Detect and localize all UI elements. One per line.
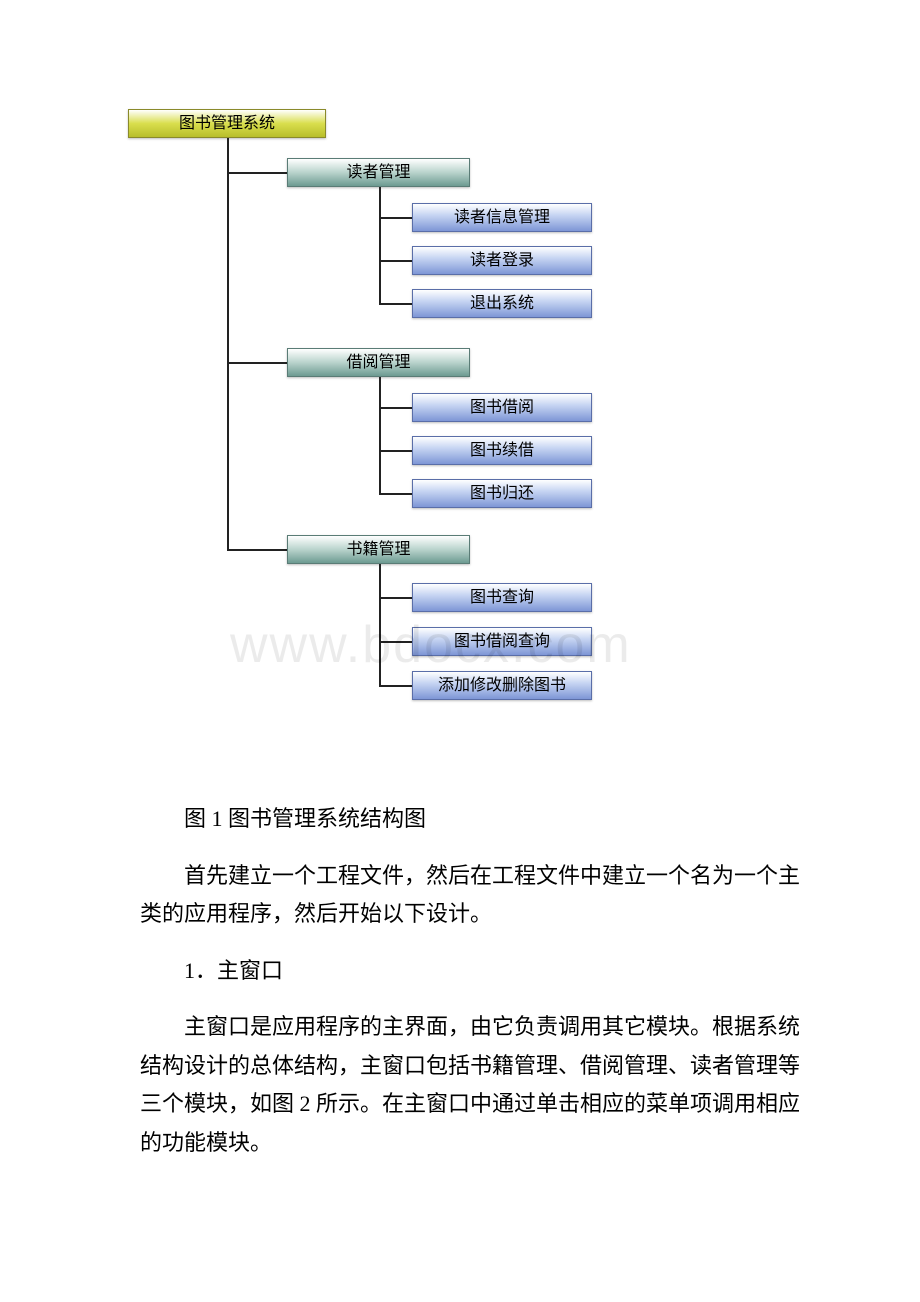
node-leaf-book-query: 图书查询 [412, 583, 592, 612]
document-page: 图书管理系统 读者管理 读者信息管理 读者登录 退出系统 借阅管理 图书借阅 图… [0, 0, 920, 1302]
connector-trunk [227, 138, 229, 549]
connector-to-cat2 [227, 362, 287, 364]
connector-cat1-trunk [379, 187, 381, 303]
connector [379, 450, 412, 452]
node-leaf-book-crud: 添加修改删除图书 [412, 671, 592, 700]
node-leaf-exit: 退出系统 [412, 289, 592, 318]
connector [379, 303, 412, 305]
node-category-reader: 读者管理 [287, 158, 470, 187]
structure-diagram: 图书管理系统 读者管理 读者信息管理 读者登录 退出系统 借阅管理 图书借阅 图… [0, 0, 920, 760]
connector [379, 493, 412, 495]
node-leaf-reader-login: 读者登录 [412, 246, 592, 275]
connector-to-cat3 [227, 549, 287, 551]
connector [379, 641, 412, 643]
paragraph-intro: 首先建立一个工程文件，然后在工程文件中建立一个名为一个主类的应用程序，然后开始以… [140, 857, 800, 934]
node-root: 图书管理系统 [128, 109, 326, 138]
node-leaf-reader-info: 读者信息管理 [412, 203, 592, 232]
node-category-borrow: 借阅管理 [287, 348, 470, 377]
section-heading-1: 1．主窗口 [140, 952, 800, 991]
node-leaf-borrow-query: 图书借阅查询 [412, 627, 592, 656]
node-leaf-borrow: 图书借阅 [412, 393, 592, 422]
connector [379, 260, 412, 262]
connector [379, 407, 412, 409]
node-category-book: 书籍管理 [287, 535, 470, 564]
connector-cat3-trunk [379, 564, 381, 685]
connector [379, 597, 412, 599]
connector [379, 217, 412, 219]
node-leaf-renew: 图书续借 [412, 436, 592, 465]
document-body: 图 1 图书管理系统结构图 首先建立一个工程文件，然后在工程文件中建立一个名为一… [0, 800, 920, 1162]
paragraph-main-window: 主窗口是应用程序的主界面，由它负责调用其它模块。根据系统结构设计的总体结构，主窗… [140, 1008, 800, 1162]
connector-to-cat1 [227, 172, 287, 174]
connector-cat2-trunk [379, 377, 381, 493]
node-leaf-return: 图书归还 [412, 479, 592, 508]
figure-caption: 图 1 图书管理系统结构图 [140, 800, 800, 839]
connector [379, 685, 412, 687]
